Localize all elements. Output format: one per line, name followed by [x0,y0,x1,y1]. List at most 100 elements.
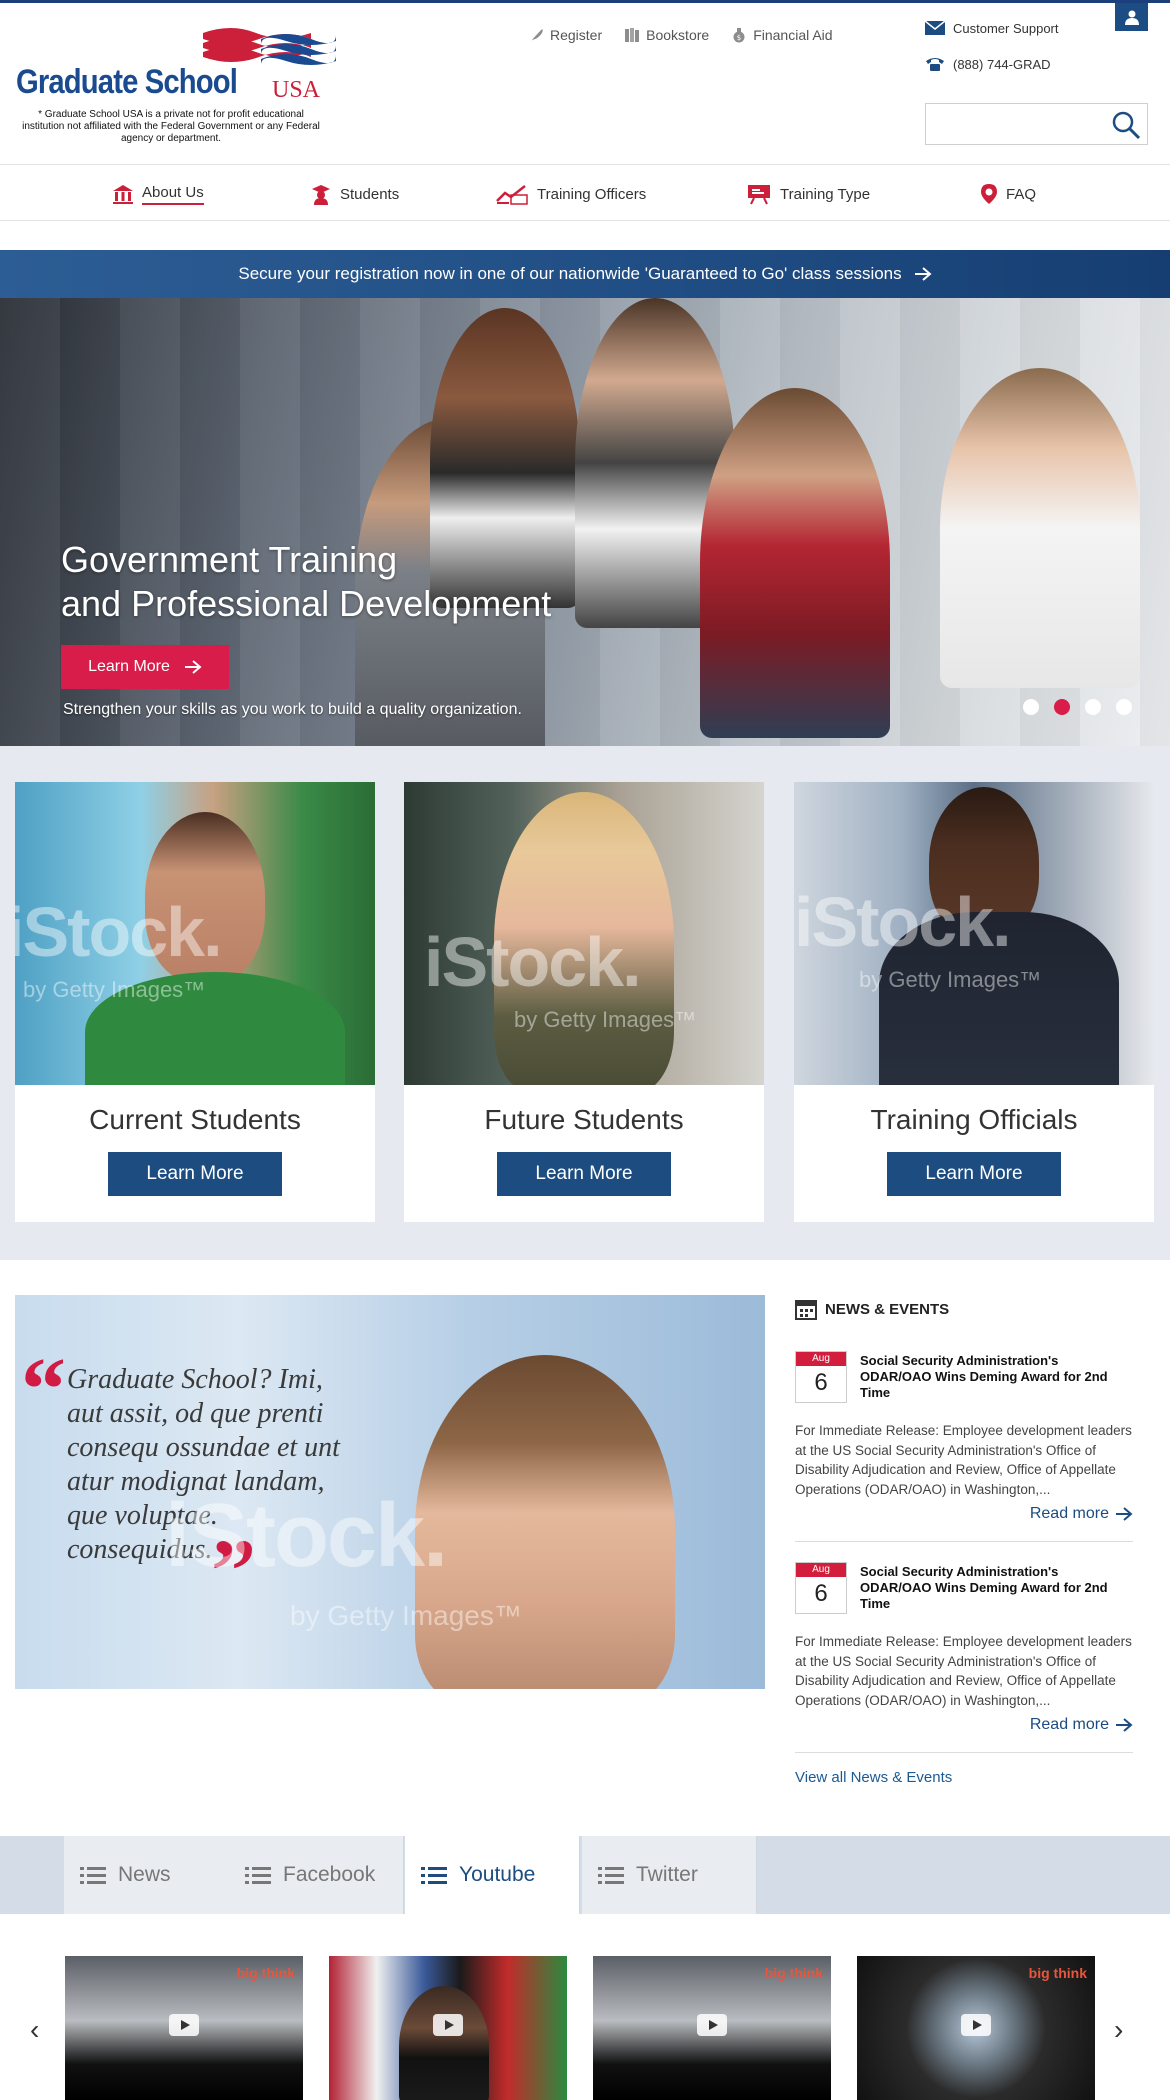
nav-label: Training Type [780,185,871,203]
user-icon [1124,10,1139,25]
nav-item-training-type[interactable]: Training Type [746,183,870,205]
arrow-right-icon [1116,1507,1133,1521]
arrow-right-icon [1116,1718,1133,1732]
card-learn-more-button[interactable]: Learn More [497,1152,671,1196]
date-day: 6 [814,1580,828,1607]
video-tag: big think [1028,1965,1087,1981]
view-all-news-link[interactable]: View all News & Events [795,1769,1133,1786]
list-icon [245,1867,271,1884]
tab-label: News [118,1863,171,1886]
video-speaker [399,1986,489,2100]
date-month: Aug [796,1352,846,1366]
news-item-title[interactable]: Social Security Administration's ODAR/OA… [860,1351,1133,1403]
tab-news[interactable]: News [64,1836,239,1914]
card-learn-more-button[interactable]: Learn More [108,1152,282,1196]
watermark-text: iStock. [424,923,642,1001]
chevron-right-icon[interactable]: › [1114,2014,1123,2046]
bookstore-label: Bookstore [646,27,710,43]
hero-title-line-2: and Professional Development [61,583,552,624]
tab-label: Youtube [459,1863,536,1886]
tab-facebook[interactable]: Facebook [229,1836,404,1914]
chevron-left-icon[interactable]: ‹ [30,2014,39,2046]
search-box [925,103,1148,145]
news-heading: NEWS & EVENTS [795,1297,1133,1321]
play-icon [433,2014,463,2036]
hero-title: Government Training and Professional Dev… [61,538,551,626]
list-icon [80,1867,106,1884]
play-icon [697,2014,727,2036]
carousel-dots [1023,699,1132,715]
quote-portrait [415,1355,675,1689]
play-icon [169,2014,199,2036]
read-more-link[interactable]: Read more [795,1505,1133,1523]
nav-label: Training Officers [537,185,647,203]
nav-item-students[interactable]: Students [310,183,399,205]
chart-icon [496,185,528,205]
building-icon [113,185,133,204]
video-tag: big think [764,1965,823,1981]
customer-support-link[interactable]: Customer Support [925,17,1059,39]
card-learn-more-button[interactable]: Learn More [887,1152,1061,1196]
video-thumbnail[interactable]: big think [65,1956,303,2100]
news-item-title[interactable]: Social Security Administration's ODAR/OA… [860,1562,1133,1614]
tab-youtube[interactable]: Youtube [405,1836,580,1914]
watermark-text: iStock. [15,893,223,971]
news-item-body: For Immediate Release: Employee developm… [795,1634,1132,1708]
card-future-students: iStock. by Getty Images™ Future Students… [404,782,764,1222]
register-link[interactable]: Register [528,27,602,43]
news-heading-label: NEWS & EVENTS [825,1300,950,1318]
phone-icon [926,58,944,71]
video-thumbnail[interactable]: big think [593,1956,831,2100]
carousel-dot[interactable] [1023,699,1039,715]
date-badge: Aug 6 [795,1562,847,1614]
read-more-label: Read more [1029,1716,1109,1733]
card-title: Future Students [484,1104,684,1135]
watermark-text: iStock. [794,883,1012,961]
feather-icon [530,29,543,42]
carousel-dot[interactable] [1085,699,1101,715]
logo-disclaimer: * Graduate School USA is a private not f… [22,109,320,144]
site-header: Graduate School USA * Graduate School US… [0,3,1170,165]
books-icon [625,28,640,42]
financial-aid-link[interactable]: $ Financial Aid [731,27,833,43]
nav-item-about-us[interactable]: About Us [112,183,204,205]
hero-photo-person [940,368,1140,688]
read-more-link[interactable]: Read more [795,1716,1133,1734]
search-icon[interactable] [1111,110,1141,140]
arrow-right-icon [184,660,202,674]
tab-twitter[interactable]: Twitter [582,1836,757,1914]
promo-banner[interactable]: Secure your registration now in one of o… [0,250,1170,298]
graduate-icon [312,185,330,205]
svg-text:$: $ [737,34,741,42]
search-input[interactable] [926,104,1106,142]
nav-item-training-officers[interactable]: Training Officers [495,183,646,205]
carousel-dot[interactable] [1116,699,1132,715]
hero-photo-person [700,388,890,738]
date-day: 6 [814,1369,828,1396]
site-logo[interactable]: Graduate School USA * Graduate School US… [16,25,336,144]
nav-label: Students [340,185,400,203]
phone-link[interactable]: (888) 744-GRAD [925,53,1059,75]
news-events: NEWS & EVENTS Aug 6 Social Security Admi… [795,1295,1133,1786]
hero-learn-more-button[interactable]: Learn More [61,645,229,689]
video-carousel: ‹ big think big think big think › [0,1914,1170,2100]
customer-support-label: Customer Support [953,20,1059,36]
account-button[interactable] [1115,3,1148,31]
bookstore-link[interactable]: Bookstore [624,27,709,43]
play-icon [961,2014,991,2036]
calendar-icon [795,1300,817,1320]
promo-banner-text: Secure your registration now in one of o… [238,264,902,283]
support-contact: Customer Support (888) 744-GRAD [925,17,1059,89]
video-tag: big think [236,1965,295,1981]
carousel-dot-active[interactable] [1054,699,1070,715]
register-label: Register [550,27,603,43]
location-pin-icon [981,184,997,204]
nav-item-faq[interactable]: FAQ [980,183,1036,205]
hero-subtitle: Strengthen your skills as you work to bu… [63,701,522,718]
video-thumbnail[interactable] [329,1956,567,2100]
main-navigation: About Us Students Training Officers Trai… [0,165,1170,221]
phone-number: (888) 744-GRAD [953,56,1051,72]
training-officials-photo: iStock. by Getty Images™ [794,782,1154,1085]
video-thumbnail[interactable]: big think [857,1956,1095,2100]
card-title: Training Officials [870,1104,1078,1135]
